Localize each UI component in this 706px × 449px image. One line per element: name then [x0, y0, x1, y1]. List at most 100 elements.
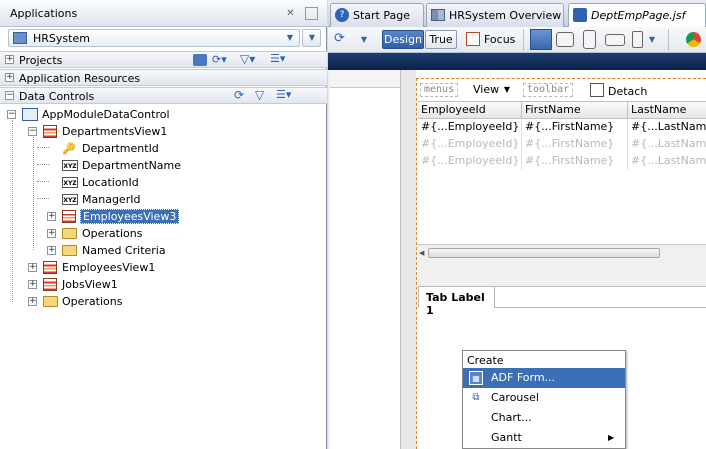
table-cell: #{...EmployeeId} [418, 119, 522, 136]
tree-item-operations-inner[interactable]: + Operations [0, 225, 327, 242]
desktop-view-button[interactable] [530, 29, 552, 50]
tree-item-locationid[interactable]: XYZ LocationId [0, 174, 327, 191]
scroll-left-icon[interactable]: ◀ [419, 249, 424, 257]
menu-item-adf-form[interactable]: ▦ ADF Form... [463, 368, 625, 388]
tree-label: DepartmentsView1 [62, 125, 168, 138]
minimize-icon[interactable] [305, 7, 318, 20]
collapse-icon[interactable]: − [5, 91, 14, 100]
scroll-thumb[interactable] [428, 248, 660, 258]
filter-icon[interactable]: ▽▾ [240, 53, 255, 65]
tree-label: ManagerId [82, 193, 141, 206]
tree-item-operations[interactable]: + Operations [0, 293, 327, 310]
folder-icon [43, 296, 58, 307]
focus-icon [466, 32, 480, 46]
jsf-page-icon [573, 8, 587, 22]
tree-item-departmentname[interactable]: XYZ DepartmentName [0, 157, 327, 174]
project-selector[interactable]: HRSystem ▼ [8, 29, 300, 47]
refresh-icon[interactable]: ⟳▾ [212, 54, 227, 66]
view-object-icon [43, 125, 57, 138]
expand-icon[interactable]: + [47, 212, 56, 221]
expand-icon[interactable]: + [28, 297, 37, 306]
tab-start-page[interactable]: ? Start Page [330, 3, 424, 27]
view-menu[interactable]: View [473, 83, 499, 96]
view-object-icon [43, 278, 57, 291]
chevron-down-icon: ▼ [308, 33, 316, 42]
focus-button[interactable]: Focus [484, 33, 515, 46]
refresh-icon[interactable]: ⟳ [334, 31, 350, 47]
sort-icon[interactable]: ☰▾ [276, 89, 298, 101]
tab-label-1[interactable]: Tab Label 1 [418, 286, 495, 317]
refresh-icon[interactable]: ⟳ [234, 89, 248, 101]
tab-deptemppage[interactable]: DeptEmpPage.jsf [568, 3, 706, 28]
column-header-employeeid[interactable]: EmployeeId [418, 102, 522, 119]
tree-label: DepartmentId [82, 142, 159, 155]
collapse-icon[interactable]: − [28, 127, 37, 136]
menu-item-label: Carousel [491, 391, 539, 404]
menu-item-label: Gantt [491, 431, 522, 444]
chevron-down-icon[interactable]: ▼ [359, 35, 369, 45]
column-header-firstname[interactable]: FirstName [522, 102, 628, 119]
table-cell: #{...FirstName} [522, 153, 628, 170]
phone-landscape-button[interactable] [605, 34, 625, 46]
tree-item-named-criteria[interactable]: + Named Criteria [0, 242, 327, 259]
table-footer [418, 260, 706, 286]
expand-icon[interactable]: + [47, 229, 56, 238]
sort-icon[interactable]: ☰▾ [270, 53, 292, 65]
application-resources-section[interactable]: + Application Resources [0, 69, 327, 86]
collapse-icon[interactable]: − [7, 110, 16, 119]
expand-icon[interactable]: + [28, 263, 37, 272]
tree-item-managerid[interactable]: XYZ ManagerId [0, 191, 327, 208]
menus-facet[interactable]: menus [420, 83, 459, 97]
chevron-down-icon[interactable]: ▼ [647, 35, 657, 45]
project-name: HRSystem [33, 32, 90, 45]
chevron-down-icon: ▼ [503, 85, 511, 94]
browser-icon[interactable] [686, 32, 701, 47]
tree-label-selected: EmployeesView3 [80, 209, 180, 224]
menu-item-gantt[interactable]: Gantt ▶ [463, 428, 625, 448]
table-cell: #{...EmployeeId} [418, 153, 522, 170]
design-button[interactable]: Design [382, 30, 424, 49]
menu-item-carousel[interactable]: ⧉ Carousel [463, 388, 625, 408]
menu-item-label: Chart... [491, 411, 532, 424]
submenu-arrow-icon: ▶ [608, 433, 615, 442]
column-header-lastname[interactable]: LastName [628, 102, 706, 119]
phone-portrait-button[interactable] [583, 30, 596, 49]
help-icon: ? [335, 8, 349, 22]
tree-item-departmentsview1[interactable]: − DepartmentsView1 [0, 123, 327, 140]
menu-item-label: ADF Form... [491, 371, 556, 384]
data-controls-section[interactable]: − Data Controls ⟳ ▽ ☰▾ [0, 87, 327, 104]
filter-icon[interactable]: ▽ [255, 89, 269, 101]
tree-item-appmodule[interactable]: − AppModuleDataControl [0, 106, 327, 123]
search-icon[interactable] [193, 54, 207, 66]
layout-strip [400, 70, 416, 449]
tree-label: Operations [62, 295, 123, 308]
menu-item-chart[interactable]: Chart... [463, 408, 625, 428]
device-button[interactable] [632, 31, 643, 48]
tree-label: Named Criteria [82, 244, 166, 257]
tree-item-departmentid[interactable]: 🔑 DepartmentId [0, 140, 327, 157]
horizontal-scrollbar[interactable]: ◀ [418, 244, 706, 260]
projects-section[interactable]: + Projects ⟳▾ ▽▾ ☰▾ [0, 51, 327, 68]
tree-item-employeesview1[interactable]: + EmployeesView1 [0, 259, 327, 276]
expand-icon[interactable]: + [47, 246, 56, 255]
expand-icon[interactable]: + [28, 280, 37, 289]
tree-label: LocationId [82, 176, 139, 189]
table-cell: #{...LastName} [631, 154, 706, 167]
tablet-landscape-button[interactable] [556, 32, 574, 47]
tree-label: EmployeesView1 [62, 261, 156, 274]
close-icon[interactable]: ✕ [284, 7, 297, 20]
tree-item-employeesview3[interactable]: + EmployeesView3 [0, 208, 327, 225]
application-resources-label: Application Resources [19, 72, 141, 85]
expand-icon[interactable]: + [5, 55, 14, 64]
project-menu-button[interactable]: ▼ [302, 29, 321, 47]
folder-icon [62, 245, 77, 256]
expand-icon[interactable]: + [5, 73, 14, 82]
tab-label: HRSystem Overview [449, 9, 562, 22]
tree-item-jobsview1[interactable]: + JobsView1 [0, 276, 327, 293]
tab-label: DeptEmpPage.jsf [591, 9, 686, 22]
true-button[interactable]: True [425, 30, 457, 49]
table-cell: #{...LastName} [631, 137, 706, 150]
toolbar-facet[interactable]: toolbar [523, 83, 574, 97]
tab-hrsystem-overview[interactable]: HRSystem Overview [426, 3, 564, 27]
detach-button[interactable]: Detach [608, 85, 647, 98]
